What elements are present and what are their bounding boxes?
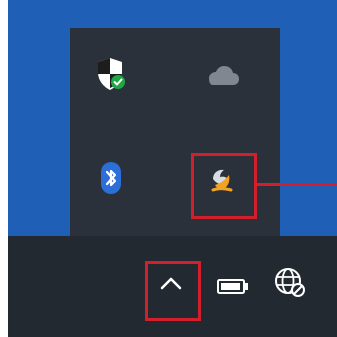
highlight-box-app-icon	[191, 153, 257, 219]
network-globe-icon	[275, 268, 305, 297]
shield-tray-button[interactable]	[90, 54, 130, 94]
shield-icon	[98, 58, 125, 90]
onedrive-tray-button[interactable]	[202, 56, 242, 96]
bluetooth-icon	[101, 162, 121, 194]
battery-button[interactable]	[213, 266, 253, 306]
screen	[0, 0, 337, 337]
battery-icon	[217, 279, 248, 294]
bluetooth-tray-button[interactable]	[91, 158, 131, 198]
highlight-box-chevron	[145, 261, 201, 321]
callout-line	[255, 183, 337, 186]
network-button[interactable]	[270, 262, 310, 302]
onedrive-cloud-icon	[209, 66, 239, 85]
